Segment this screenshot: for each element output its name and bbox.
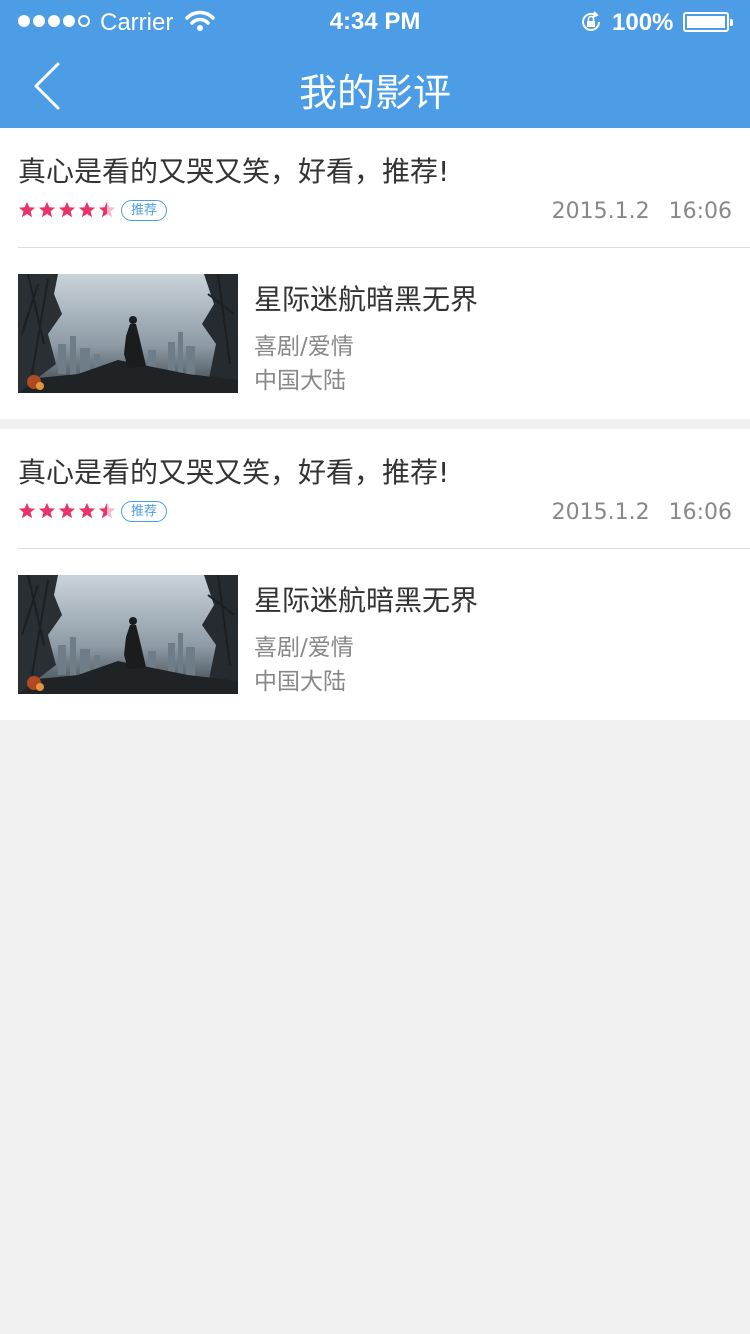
recommend-badge: 推荐: [121, 200, 168, 221]
star-rating: [18, 502, 116, 520]
review-datetime: 2015.1.2 16:06: [552, 500, 732, 525]
review-time: 16:06: [668, 500, 732, 525]
star-icon: [18, 502, 36, 520]
movie-genre: 喜剧/爱情: [254, 635, 354, 661]
divider: [18, 247, 750, 248]
review-card[interactable]: 真心是看的又哭又笑，好看，推荐! 推荐 2015.1.2 16:06 星际迷航暗…: [0, 128, 750, 419]
recommend-badge: 推荐: [121, 501, 168, 522]
page-title: 我的影评: [298, 71, 451, 115]
movie-region: 中国大陆: [254, 669, 346, 695]
star-icon: [18, 201, 36, 219]
star-half-icon: [98, 502, 116, 520]
review-time: 16:06: [668, 199, 732, 224]
status-bar: Carrier 4:34 PM 100%: [0, 0, 750, 44]
review-date: 2015.1.2: [551, 199, 650, 224]
star-half-icon: [98, 201, 116, 219]
review-card[interactable]: 真心是看的又哭又笑，好看，推荐! 推荐 2015.1.2 16:06 星际迷航暗…: [0, 429, 750, 720]
divider: [18, 548, 750, 549]
star-icon: [58, 502, 76, 520]
review-text: 真心是看的又哭又笑，好看，推荐!: [18, 155, 450, 188]
star-icon: [38, 201, 56, 219]
header: Carrier 4:34 PM 100% 我的影评: [0, 0, 750, 128]
review-datetime: 2015.1.2 16:06: [552, 199, 732, 224]
review-date: 2015.1.2: [551, 500, 650, 525]
star-icon: [58, 201, 76, 219]
movie-region: 中国大陆: [254, 368, 346, 394]
rotation-lock-icon: [582, 11, 600, 31]
movie-poster[interactable]: [18, 274, 238, 393]
movie-poster[interactable]: [18, 575, 238, 694]
star-icon: [78, 502, 96, 520]
battery-icon: [683, 12, 733, 32]
movie-title: 星际迷航暗黑无界: [254, 283, 479, 316]
movie-genre: 喜剧/爱情: [254, 334, 354, 360]
movie-title: 星际迷航暗黑无界: [254, 584, 479, 617]
battery-percent: 100%: [612, 9, 674, 36]
star-rating: [18, 201, 116, 219]
review-text: 真心是看的又哭又笑，好看，推荐!: [18, 456, 450, 489]
star-icon: [38, 502, 56, 520]
star-icon: [78, 201, 96, 219]
